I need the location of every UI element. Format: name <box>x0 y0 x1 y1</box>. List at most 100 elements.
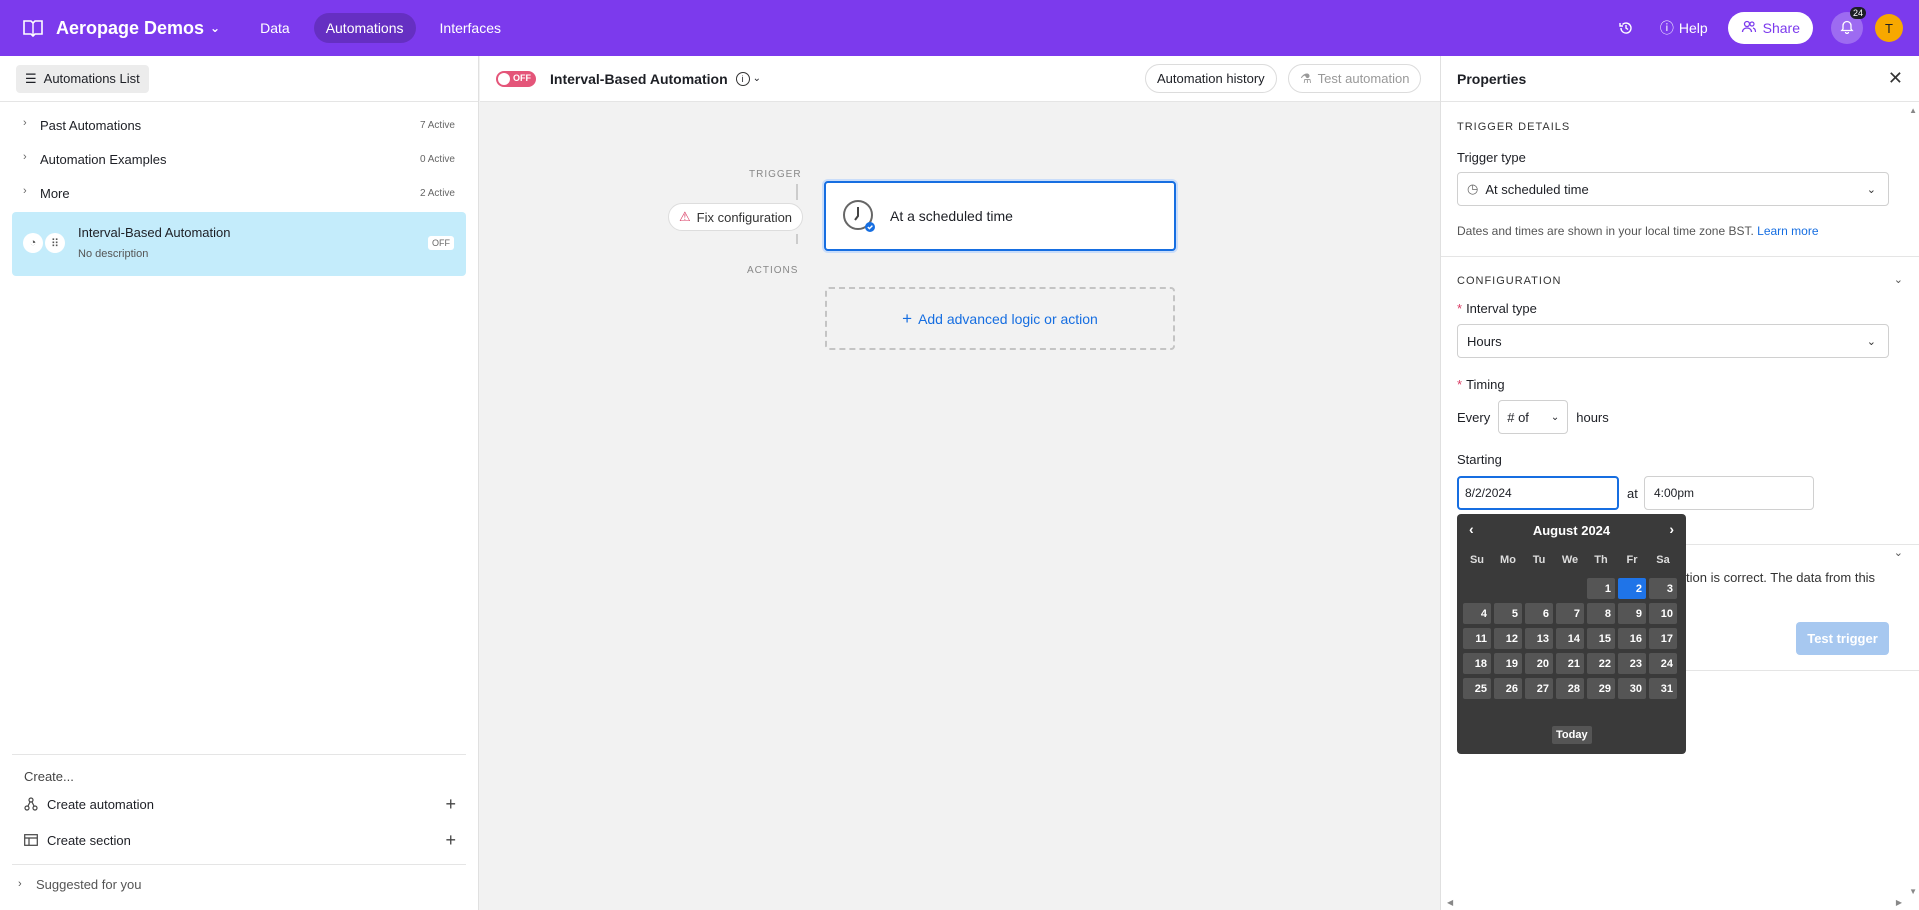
timing-text: Timing <box>1466 377 1505 392</box>
info-icon[interactable]: i <box>735 71 750 86</box>
calendar-day-selected[interactable]: 2 <box>1618 578 1646 599</box>
calendar-day[interactable]: 7 <box>1556 603 1584 624</box>
calendar-day[interactable]: 23 <box>1618 653 1646 674</box>
close-icon[interactable]: ✕ <box>1888 68 1903 89</box>
interval-count-select[interactable]: # of ⌄ <box>1498 400 1569 434</box>
scroll-up-icon[interactable]: ▲ <box>1909 106 1917 115</box>
calendar-day[interactable]: 21 <box>1556 653 1584 674</box>
drag-handle-icon[interactable]: ⠿ <box>45 233 65 253</box>
interval-type-select[interactable]: Hours ⌄ <box>1457 324 1889 358</box>
automation-item-icons: ◔ ⠿ <box>23 233 65 253</box>
trigger-type-select[interactable]: ◷ At scheduled time ⌄ <box>1457 172 1889 206</box>
test-automation-button[interactable]: ⚗ Test automation <box>1288 64 1422 93</box>
calendar-day[interactable]: 3 <box>1649 578 1677 599</box>
history-icon[interactable] <box>1614 16 1638 40</box>
create-section-button[interactable]: Create section + <box>12 824 466 856</box>
automation-name[interactable]: Interval-Based Automation <box>550 71 728 87</box>
calendar-day[interactable]: 22 <box>1587 653 1615 674</box>
trigger-card[interactable]: At a scheduled time <box>824 181 1176 251</box>
calendar-day[interactable]: 25 <box>1463 678 1491 699</box>
sidebar-section-past-automations[interactable]: › Past Automations 7 Active <box>0 108 478 142</box>
calendar-month-label: August 2024 <box>1532 522 1611 538</box>
calendar-day[interactable]: 19 <box>1494 653 1522 674</box>
calendar-day[interactable]: 26 <box>1494 678 1522 699</box>
calendar-day[interactable]: 28 <box>1556 678 1584 699</box>
calendar-day[interactable]: 20 <box>1525 653 1553 674</box>
calendar-day[interactable]: 13 <box>1525 628 1553 649</box>
base-logo-icon[interactable] <box>22 17 44 39</box>
interval-type-label: * Interval type <box>1457 301 1537 316</box>
fix-configuration-button[interactable]: ⚠ Fix configuration <box>668 203 804 231</box>
section-label: More <box>40 185 70 201</box>
connector-line <box>796 184 798 200</box>
calendar-day[interactable]: 30 <box>1618 678 1646 699</box>
automation-history-button[interactable]: Automation history <box>1145 64 1277 93</box>
chevron-right-icon: › <box>23 117 27 129</box>
section-count: 2 Active <box>419 187 455 199</box>
suggested-for-you-toggle[interactable]: › Suggested for you <box>12 864 466 892</box>
calendar-day[interactable]: 17 <box>1649 628 1677 649</box>
calendar-day[interactable]: 8 <box>1587 603 1615 624</box>
properties-panel: Properties ✕ TRIGGER DETAILS Trigger typ… <box>1440 56 1919 910</box>
help-button[interactable]: ⓘ Help <box>1660 18 1708 38</box>
actions-section-label: ACTIONS <box>747 265 799 276</box>
share-button[interactable]: Share <box>1727 12 1813 44</box>
calendar-day[interactable]: 1 <box>1587 578 1615 599</box>
calendar-day[interactable]: 5 <box>1494 603 1522 624</box>
at-label: at <box>1627 486 1638 501</box>
start-time-input[interactable]: 4:00pm <box>1644 476 1814 510</box>
calendar-day[interactable]: 10 <box>1649 603 1677 624</box>
scroll-right-icon[interactable]: ▶ <box>1896 898 1902 907</box>
notifications-button[interactable]: 24 <box>1831 7 1866 44</box>
scroll-left-icon[interactable]: ◀ <box>1447 898 1453 907</box>
flask-icon: ⚗ <box>1300 70 1312 86</box>
base-name-dropdown[interactable]: Aeropage Demos ⌄ <box>56 18 220 39</box>
avatar[interactable]: T <box>1875 14 1903 42</box>
weekday-label: Su <box>1469 554 1485 566</box>
starting-label: Starting <box>1457 452 1502 467</box>
automations-list-button[interactable]: ☰ Automations List <box>16 64 149 93</box>
calendar-day[interactable]: 27 <box>1525 678 1553 699</box>
calendar-day[interactable]: 14 <box>1556 628 1584 649</box>
calendar-day[interactable]: 24 <box>1649 653 1677 674</box>
timing-label: * Timing <box>1457 377 1505 392</box>
vertical-scrollbar[interactable]: ▲ ▼ <box>1907 102 1919 910</box>
start-date-input[interactable]: 8/2/2024 <box>1457 476 1619 510</box>
horizontal-scrollbar[interactable]: ◀ ▶ <box>1441 898 1908 910</box>
tab-data[interactable]: Data <box>248 13 302 43</box>
create-automation-button[interactable]: Create automation + <box>12 788 466 820</box>
tab-automations[interactable]: Automations <box>313 13 416 43</box>
create-section: Create... Create automation + Create sec… <box>12 754 466 856</box>
trigger-details-heading: TRIGGER DETAILS <box>1457 121 1571 133</box>
chevron-down-icon[interactable]: ⌄ <box>1894 546 1903 559</box>
add-action-button[interactable]: + Add advanced logic or action <box>825 287 1175 350</box>
chevron-down-icon[interactable]: ⌄ <box>753 73 761 84</box>
calendar-day[interactable]: 12 <box>1494 628 1522 649</box>
table-icon <box>24 833 38 847</box>
scroll-down-icon[interactable]: ▼ <box>1909 887 1917 896</box>
previous-month-icon[interactable]: ‹ <box>1469 521 1474 537</box>
chevron-down-icon: ⌄ <box>1550 411 1560 423</box>
learn-more-link[interactable]: Learn more <box>1757 224 1818 238</box>
calendar-day[interactable]: 31 <box>1649 678 1677 699</box>
required-marker: * <box>1457 301 1463 316</box>
calendar-day[interactable]: 6 <box>1525 603 1553 624</box>
test-trigger-button[interactable]: Test trigger <box>1796 622 1889 655</box>
calendar-day[interactable]: 9 <box>1618 603 1646 624</box>
calendar-day[interactable]: 16 <box>1618 628 1646 649</box>
calendar-day[interactable]: 11 <box>1463 628 1491 649</box>
calendar-day[interactable]: 4 <box>1463 603 1491 624</box>
calendar-day[interactable]: 15 <box>1587 628 1615 649</box>
sidebar-item-interval-based-automation[interactable]: ◔ ⠿ Interval-Based Automation No descrip… <box>12 212 466 276</box>
tab-interfaces[interactable]: Interfaces <box>428 13 513 43</box>
calendar-day[interactable]: 18 <box>1463 653 1491 674</box>
calendar-days-grid: 1 2 3 4 5 6 7 8 9 10 11 12 13 14 15 16 17 18 19 20 21 22 23 24 2… <box>1463 578 1686 699</box>
sidebar-section-more[interactable]: › More 2 Active <box>0 176 478 210</box>
every-label: Every <box>1457 409 1491 425</box>
next-month-icon[interactable]: › <box>1669 521 1674 537</box>
calendar-day[interactable]: 29 <box>1587 678 1615 699</box>
today-button[interactable]: Today <box>1552 726 1592 744</box>
chevron-down-icon[interactable]: ⌄ <box>1894 273 1903 286</box>
sidebar-section-automation-examples[interactable]: › Automation Examples 0 Active <box>0 142 478 176</box>
automation-toggle[interactable]: OFF <box>496 70 536 87</box>
